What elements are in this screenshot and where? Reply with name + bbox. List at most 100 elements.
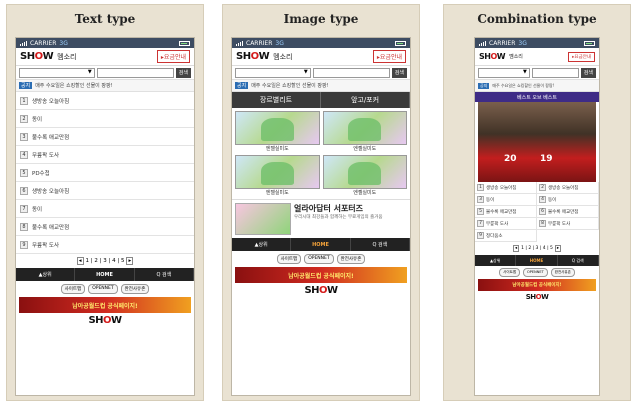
page-numbers[interactable]: 1 | 2 | 3 | 4 | 5 xyxy=(521,246,553,251)
panel-title: Combination type xyxy=(477,12,597,26)
item-label: 동이 xyxy=(486,197,495,203)
notice-bar[interactable]: 공지 매주 수요일은 쇼킹할인 선물이 팡팡! xyxy=(475,80,599,92)
sitemap-link[interactable]: 사이트맵 xyxy=(499,268,521,277)
plan-button[interactable]: ▸요금안내 xyxy=(156,50,190,63)
phone-screen: CARRIER 3G SHOW 멤소리 ▸요금안내 ▼ 검색 공지 매주 수요일… xyxy=(15,37,195,396)
item-number: 2 xyxy=(539,184,546,191)
item-label: 생방송 오늘아침 xyxy=(32,188,70,195)
list-item[interactable]: 1 생방송 오늘아침 xyxy=(16,92,194,110)
free-zone-link[interactable]: 완전사유존 xyxy=(550,268,575,277)
list-item[interactable]: 5 PD수첩 xyxy=(16,164,194,182)
search-input[interactable] xyxy=(312,67,390,78)
item-label: 불수록 애교만점 xyxy=(486,209,517,215)
panel-title: Image type xyxy=(283,12,359,26)
list-item[interactable]: 3 동이 xyxy=(475,194,537,206)
bottom-menu: ▲상위 HOME Q 검색 xyxy=(16,268,194,281)
pagination: ◂ 1 | 2 | 3 | 4 | 5 ▸ xyxy=(16,254,194,268)
category-select[interactable]: ▼ xyxy=(478,67,530,78)
thumbnail-card[interactable]: 엔젤실미도 xyxy=(235,155,320,196)
worldcup-banner[interactable]: 남아공월드컵 공식페이지! xyxy=(19,297,191,313)
next-page-icon[interactable]: ▸ xyxy=(554,245,562,252)
worldcup-banner[interactable]: 남아공월드컵 공식페이지! xyxy=(478,279,596,291)
search-button[interactable]: 검색 xyxy=(391,67,407,78)
list-item[interactable]: 8 무릎팍 도사 xyxy=(537,218,599,230)
item-number: 6 xyxy=(539,208,546,215)
list-item[interactable]: 7 무릎팍 도사 xyxy=(475,218,537,230)
item-label: 불수록 애교만점 xyxy=(32,134,70,141)
notice-tag: 공지 xyxy=(19,82,33,89)
home-button[interactable]: HOME xyxy=(291,238,351,251)
search-button[interactable]: 검색 xyxy=(580,67,596,78)
battery-icon xyxy=(179,40,190,46)
thumbnail-image xyxy=(322,111,407,145)
list-item[interactable]: 6 생방송 오늘아침 xyxy=(16,182,194,200)
thumbnail-grid: 엔젤실미도 엔젤실미도 엔젤실미도 엔젤실미도 xyxy=(232,108,410,199)
up-button[interactable]: ▲상위 xyxy=(475,255,517,266)
plan-button[interactable]: ▸요금안내 xyxy=(372,50,406,63)
show-logo[interactable]: SHOW xyxy=(236,51,270,62)
list-item[interactable]: 4 동이 xyxy=(537,194,599,206)
up-button[interactable]: ▲상위 xyxy=(232,238,292,251)
worldcup-banner[interactable]: 남아공월드컵 공식페이지! xyxy=(235,267,407,283)
app-header: SHOW 멤소리 ▸요금안내 xyxy=(16,48,194,66)
home-button[interactable]: HOME xyxy=(516,255,558,266)
show-logo[interactable]: SHOW xyxy=(479,52,506,61)
category-select[interactable]: ▼ xyxy=(19,67,95,78)
thumbnail-card[interactable]: 엔젤실미도 xyxy=(322,155,407,196)
list-item[interactable]: 9 무릎팍 도사 xyxy=(16,236,194,254)
list-item[interactable]: 8 불수록 애교만점 xyxy=(16,218,194,236)
opennet-link[interactable]: OPENNET xyxy=(523,268,548,277)
tab-poker[interactable]: 앞고/포커 xyxy=(321,92,410,108)
item-number: 5 xyxy=(20,168,28,177)
notice-bar[interactable]: 공지 매주 수요일은 쇼킹할인 선물이 팡팡! xyxy=(16,80,194,92)
free-zone-link[interactable]: 완전사유존 xyxy=(120,284,150,294)
sitemap-link[interactable]: 사이트맵 xyxy=(276,254,302,264)
text-type-panel: Text type CARRIER 3G SHOW 멤소리 ▸요금안내 ▼ 검색… xyxy=(6,4,204,401)
prev-page-icon[interactable]: ◂ xyxy=(512,245,520,252)
sitemap-link[interactable]: 사이트맵 xyxy=(60,284,86,294)
thumbnail-card[interactable]: 엔젤실미도 xyxy=(235,111,320,152)
footer-logo: SHOW xyxy=(88,314,122,326)
list-item[interactable]: 9 정다움소 xyxy=(475,230,537,242)
notice-bar[interactable]: 공지 매주 수요일은 쇼킹할인 선물이 팡팡! xyxy=(232,80,410,92)
list-item[interactable]: 7 동이 xyxy=(16,200,194,218)
item-number: 3 xyxy=(20,132,28,141)
list-item[interactable]: 4 무릎팍 도사 xyxy=(16,146,194,164)
promo-text: 얼라아답터 서포터즈 우리시대 최강들과 함께하는 무료게임의 즐거움 xyxy=(294,203,383,235)
next-page-icon[interactable]: ▸ xyxy=(126,257,134,265)
item-number: 1 xyxy=(477,184,484,191)
thumbnail-card[interactable]: 엔젤실미도 xyxy=(322,111,407,152)
search-button[interactable]: 검색 xyxy=(175,67,191,78)
prev-page-icon[interactable]: ◂ xyxy=(76,257,84,265)
category-select[interactable]: ▼ xyxy=(235,67,311,78)
page-numbers[interactable]: 1 | 2 | 3 | 4 | 5 xyxy=(86,258,125,264)
menu-search-button[interactable]: Q 검색 xyxy=(558,255,599,266)
program-grid: 1 생방송 오늘아침 2 생방송 오늘아침 3 동이 4 동이 5 불수록 애교만점 6불… xyxy=(475,182,599,242)
thumbnail-image xyxy=(322,155,407,189)
supporters-promo[interactable]: 얼라아답터 서포터즈 우리시대 최강들과 함께하는 무료게임의 즐거움 xyxy=(232,199,410,238)
menu-search-button[interactable]: Q 검색 xyxy=(351,238,410,251)
opennet-link[interactable]: OPENNET xyxy=(304,254,334,264)
featured-photo[interactable]: 20 19 xyxy=(478,102,596,182)
footer-links: 사이트맵 OPENNET 완전사유존 xyxy=(232,251,410,267)
item-label: PD수첩 xyxy=(32,170,50,177)
opennet-link[interactable]: OPENNET xyxy=(88,284,118,294)
item-number: 9 xyxy=(20,240,28,249)
list-item[interactable]: 5 불수록 애교만점 xyxy=(475,206,537,218)
free-zone-link[interactable]: 완전사유존 xyxy=(336,254,366,264)
list-item[interactable]: 2 생방송 오늘아침 xyxy=(537,182,599,194)
list-item[interactable]: 1 생방송 오늘아침 xyxy=(475,182,537,194)
show-logo[interactable]: SHOW xyxy=(20,51,54,62)
up-button[interactable]: ▲상위 xyxy=(16,268,76,281)
search-input[interactable] xyxy=(96,67,174,78)
tab-genre[interactable]: 장르별리트 xyxy=(232,92,321,108)
menu-search-button[interactable]: Q 검색 xyxy=(135,268,194,281)
signal-icon xyxy=(236,40,243,46)
plan-button[interactable]: ▸요금안내 xyxy=(568,51,595,62)
search-input[interactable] xyxy=(531,67,579,78)
phone-screen: CARRIER 3G SHOW 멤소리 ▸요금안내 ▼ 검색 공지 매주 수요일… xyxy=(231,37,411,396)
list-item[interactable]: 2 동이 xyxy=(16,110,194,128)
list-item[interactable]: 6 불수록 애교만점 xyxy=(537,206,599,218)
list-item[interactable]: 3 불수록 애교만점 xyxy=(16,128,194,146)
home-button[interactable]: HOME xyxy=(75,268,135,281)
